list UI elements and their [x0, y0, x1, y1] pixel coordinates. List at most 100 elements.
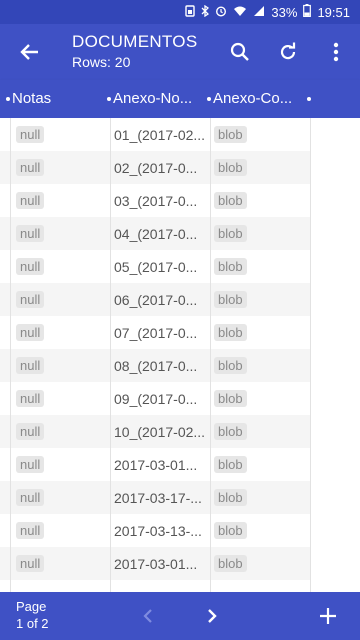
add-row-button[interactable]: [308, 596, 348, 636]
cell-anexo-nome[interactable]: 08_(2017-0...: [114, 349, 209, 382]
blob-chip: blob: [214, 159, 247, 176]
null-chip: null: [16, 357, 45, 374]
sim-icon: [185, 4, 196, 20]
cell-anexo-conteudo[interactable]: blob: [214, 415, 308, 448]
table-row[interactable]: null 10_(2017-02... blob: [0, 415, 310, 448]
cell-notas[interactable]: null: [16, 283, 108, 316]
column-header-notas[interactable]: Notas: [6, 90, 106, 107]
null-chip: null: [16, 555, 45, 572]
previous-page-button[interactable]: [128, 596, 168, 636]
table-row[interactable]: null 2017-03-01... blob: [0, 448, 310, 481]
cell-notas[interactable]: null: [16, 184, 108, 217]
cell-anexo-nome[interactable]: 2017-03-01...: [114, 448, 209, 481]
more-vert-icon: [333, 42, 339, 62]
table-row[interactable]: null 01_(2017-02... blob: [0, 118, 310, 151]
null-chip: null: [16, 522, 45, 539]
column-header-anexo-conteudo[interactable]: Anexo-Co...: [207, 90, 303, 107]
cell-anexo-nome[interactable]: 2017-03-13-...: [114, 514, 209, 547]
null-chip: null: [16, 324, 45, 341]
column-divider: [110, 118, 111, 592]
table-row[interactable]: null 03_(2017-0... blob: [0, 184, 310, 217]
cell-anexo-nome[interactable]: 03_(2017-0...: [114, 184, 209, 217]
table-row[interactable]: null 08_(2017-0... blob: [0, 349, 310, 382]
table-row[interactable]: null 05_(2017-0... blob: [0, 250, 310, 283]
cell-notas[interactable]: null: [16, 118, 108, 151]
blob-chip: blob: [214, 192, 247, 209]
battery-icon: [303, 4, 312, 20]
cell-anexo-conteudo[interactable]: blob: [214, 382, 308, 415]
anexo-nome-value: 09_(2017-0...: [114, 390, 198, 407]
null-chip: null: [16, 390, 45, 407]
column-header-anexo-nome[interactable]: Anexo-No...: [107, 90, 207, 107]
cell-notas[interactable]: null: [16, 250, 108, 283]
cell-notas[interactable]: null: [16, 349, 108, 382]
null-chip: null: [16, 159, 45, 176]
cell-notas[interactable]: null: [16, 151, 108, 184]
cell-anexo-nome[interactable]: 2017-03-01...: [114, 547, 209, 580]
more-options-button[interactable]: [318, 32, 354, 72]
blob-chip: blob: [214, 423, 247, 440]
cell-anexo-nome[interactable]: 10_(2017-02...: [114, 415, 209, 448]
cell-anexo-nome[interactable]: 09_(2017-0...: [114, 382, 209, 415]
cell-anexo-conteudo[interactable]: blob: [214, 151, 308, 184]
null-chip: null: [16, 291, 45, 308]
search-button[interactable]: [222, 32, 258, 72]
cell-anexo-conteudo[interactable]: blob: [214, 250, 308, 283]
cell-anexo-conteudo[interactable]: blob: [214, 448, 308, 481]
cell-notas[interactable]: null: [16, 547, 108, 580]
cell-anexo-nome[interactable]: 07_(2017-0...: [114, 316, 209, 349]
cell-anexo-conteudo[interactable]: blob: [214, 316, 308, 349]
null-chip: null: [16, 489, 45, 506]
cell-anexo-conteudo[interactable]: blob: [214, 184, 308, 217]
cell-anexo-conteudo[interactable]: blob: [214, 514, 308, 547]
column-divider: [310, 118, 311, 592]
cell-notas[interactable]: null: [16, 316, 108, 349]
status-bar: 33% 19:51: [0, 0, 360, 24]
cell-notas[interactable]: null: [16, 448, 108, 481]
cell-notas[interactable]: null: [16, 481, 108, 514]
blob-chip: blob: [214, 225, 247, 242]
cell-anexo-conteudo[interactable]: blob: [214, 217, 308, 250]
cell-anexo-nome[interactable]: 2017-03-17-...: [114, 481, 209, 514]
cell-anexo-nome[interactable]: 05_(2017-0...: [114, 250, 209, 283]
cell-notas[interactable]: null: [16, 217, 108, 250]
column-header-more[interactable]: [307, 90, 317, 107]
table-row[interactable]: null 09_(2017-0... blob: [0, 382, 310, 415]
cell-notas[interactable]: null: [16, 382, 108, 415]
table-row[interactable]: null 02_(2017-0... blob: [0, 151, 310, 184]
null-chip: null: [16, 456, 45, 473]
cell-anexo-conteudo[interactable]: blob: [214, 481, 308, 514]
next-page-button[interactable]: [192, 596, 232, 636]
anexo-nome-value: 2017-03-01...: [114, 555, 198, 572]
search-icon: [230, 42, 249, 61]
table-row[interactable]: null 2017-03-01... blob: [0, 547, 310, 580]
table-row[interactable]: null 07_(2017-0... blob: [0, 316, 310, 349]
page-value: 1 of 2: [16, 616, 49, 631]
pagination-bar: Page 1 of 2: [0, 592, 360, 640]
refresh-button[interactable]: [270, 32, 306, 72]
column-label: Anexo-Co...: [213, 90, 293, 107]
table-row[interactable]: null 2017-03-17-... blob: [0, 481, 310, 514]
column-divider: [10, 118, 11, 592]
page-title: DOCUMENTOS: [72, 32, 198, 51]
cell-notas[interactable]: null: [16, 415, 108, 448]
cell-anexo-conteudo[interactable]: blob: [214, 283, 308, 316]
anexo-nome-value: 05_(2017-0...: [114, 258, 198, 275]
blob-chip: blob: [214, 489, 247, 506]
cell-anexo-nome[interactable]: 04_(2017-0...: [114, 217, 209, 250]
anexo-nome-value: 06_(2017-0...: [114, 291, 198, 308]
table-row[interactable]: null 2017-03-13-... blob: [0, 514, 310, 547]
cell-anexo-nome[interactable]: 01_(2017-02...: [114, 118, 209, 151]
anexo-nome-value: 03_(2017-0...: [114, 192, 198, 209]
cell-anexo-conteudo[interactable]: blob: [214, 349, 308, 382]
cell-notas[interactable]: null: [16, 514, 108, 547]
table-row[interactable]: null 06_(2017-0... blob: [0, 283, 310, 316]
cell-anexo-conteudo[interactable]: blob: [214, 547, 308, 580]
table-row[interactable]: null 04_(2017-0... blob: [0, 217, 310, 250]
null-chip: null: [16, 225, 45, 242]
cell-anexo-nome[interactable]: 06_(2017-0...: [114, 283, 209, 316]
cell-anexo-nome[interactable]: 02_(2017-0...: [114, 151, 209, 184]
alarm-icon: [215, 5, 227, 20]
cell-anexo-conteudo[interactable]: blob: [214, 118, 308, 151]
back-button[interactable]: [12, 32, 48, 72]
